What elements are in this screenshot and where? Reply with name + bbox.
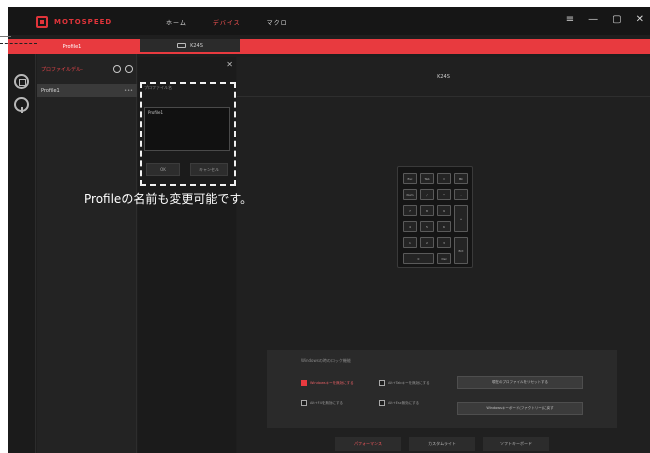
keypad-key[interactable]: Tab xyxy=(420,173,434,184)
menu-icon[interactable]: ≡ xyxy=(566,13,574,27)
profile-list-item[interactable]: Profile1 ••• xyxy=(37,84,137,97)
keypad-key[interactable]: 1 xyxy=(403,237,417,248)
keypad-key[interactable]: = xyxy=(437,173,451,184)
tab-strip: Profile1 K24S xyxy=(8,39,650,54)
minimize-icon[interactable]: — xyxy=(588,13,598,27)
keypad-key[interactable]: 2 xyxy=(420,237,434,248)
keypad-key[interactable]: + xyxy=(454,205,468,232)
profile-name: Profile1 xyxy=(41,87,60,94)
import-icon[interactable] xyxy=(113,65,121,73)
reset-profile-button[interactable]: 現在のプロファイルをリセットする xyxy=(457,376,583,389)
window-controls: ≡ — ▢ ✕ xyxy=(566,13,644,27)
keypad-diagram: Esc Tab = Bk Num / * - 7 8 9 + 4 5 6 1 2… xyxy=(397,166,473,268)
device-settings-icon[interactable] xyxy=(14,74,29,89)
keypad-key[interactable]: 9 xyxy=(437,205,451,216)
keypad-key[interactable]: 4 xyxy=(403,221,417,232)
keypad-key[interactable]: / xyxy=(420,189,434,200)
annotation-dash-line xyxy=(0,43,37,44)
profile-panel-header: プロファイルデル- xyxy=(41,64,133,74)
close-icon[interactable]: ✕ xyxy=(636,13,644,27)
keypad-key[interactable]: 8 xyxy=(420,205,434,216)
checkbox-icon xyxy=(379,380,385,386)
tab-custom-light[interactable]: カスタムライト xyxy=(409,437,475,451)
nav-device[interactable]: デバイス xyxy=(213,18,241,27)
checkbox-icon xyxy=(301,380,307,386)
keypad-key[interactable]: 6 xyxy=(437,221,451,232)
brand-logo: MOTOSPEED xyxy=(36,15,126,28)
title-bar: MOTOSPEED ホーム デバイス マクロ ≡ — ▢ ✕ xyxy=(8,7,650,35)
tab-device-label: K24S xyxy=(190,42,203,49)
keypad-key[interactable]: Ent xyxy=(454,237,468,264)
nav-home[interactable]: ホーム xyxy=(166,18,187,27)
disable-alt-esc-checkbox[interactable]: Alt+Esc無効にする xyxy=(379,400,419,406)
disable-win-key-checkbox[interactable]: Windowsキーを無効にする xyxy=(301,380,354,386)
keypad-key[interactable]: Del xyxy=(437,253,451,264)
nav-macro[interactable]: マクロ xyxy=(267,18,288,27)
checkbox-label: Alt+F4を無効にする xyxy=(310,400,343,405)
tab-performance[interactable]: パフォーマンス xyxy=(335,437,401,451)
keypad-key[interactable]: 3 xyxy=(437,237,451,248)
checkbox-icon xyxy=(301,400,307,406)
lighting-icon[interactable] xyxy=(14,97,29,113)
bottom-tabs: パフォーマンス カスタムライト ソフトキーボード xyxy=(335,437,549,451)
add-profile-icon[interactable] xyxy=(125,65,133,73)
brand-logo-text: MOTOSPEED xyxy=(54,17,113,26)
maximize-icon[interactable]: ▢ xyxy=(612,13,621,27)
device-name: K24S xyxy=(437,73,450,80)
tab-soft-keyboard[interactable]: ソフトキーボード xyxy=(483,437,549,451)
profile-panel: プロファイルデル- Profile1 ••• xyxy=(37,54,137,453)
checkbox-label: Windowsキーを無効にする xyxy=(310,380,354,385)
profile-panel-title: プロファイルデル- xyxy=(41,66,83,73)
dialog-close-icon[interactable]: ✕ xyxy=(226,60,233,69)
keypad-key[interactable]: - xyxy=(454,189,468,200)
tab-device[interactable]: K24S xyxy=(140,39,240,54)
keypad-key[interactable]: Bk xyxy=(454,173,468,184)
restore-windows-keyboard-button[interactable]: Windowsキーボード(ファクトリー)に戻す xyxy=(457,402,583,415)
keypad-key[interactable]: 7 xyxy=(403,205,417,216)
keypad-key[interactable]: 5 xyxy=(420,221,434,232)
disable-alt-f4-checkbox[interactable]: Alt+F4を無効にする xyxy=(301,400,343,406)
annotation-caption: Profileの名前も変更可能です。 xyxy=(84,192,253,206)
keypad-key[interactable]: 0 xyxy=(403,253,434,264)
more-icon[interactable]: ••• xyxy=(124,88,133,94)
profile-panel-actions xyxy=(113,65,133,73)
checkbox-icon xyxy=(379,400,385,406)
annotation-highlight-box xyxy=(140,82,236,186)
checkbox-label: Alt+Esc無効にする xyxy=(388,400,420,405)
device-header: K24S xyxy=(237,57,650,97)
tab-profile[interactable]: Profile1 xyxy=(12,39,132,54)
device-main-area: K24S Esc Tab = Bk Num / * - 7 8 9 + 4 5 … xyxy=(237,57,650,453)
keypad-key[interactable]: Num xyxy=(403,189,417,200)
disable-alt-tab-checkbox[interactable]: Alt+Tabキーを無効にする xyxy=(379,380,430,386)
keypad-key[interactable]: Esc xyxy=(403,173,417,184)
lock-settings-title: Windowsの時のロック機能 xyxy=(301,358,351,363)
brand-logo-icon xyxy=(36,15,48,28)
icon-rail xyxy=(8,54,36,453)
main-nav: ホーム デバイス マクロ xyxy=(166,15,288,29)
keypad-key[interactable]: * xyxy=(437,189,451,200)
keyboard-icon xyxy=(177,43,187,48)
checkbox-label: Alt+Tabキーを無効にする xyxy=(388,380,430,385)
lock-settings-panel: Windowsの時のロック機能 Windowsキーを無効にする Alt+Tabキ… xyxy=(267,350,617,428)
app-window: MOTOSPEED ホーム デバイス マクロ ≡ — ▢ ✕ Profile1 … xyxy=(8,7,650,453)
